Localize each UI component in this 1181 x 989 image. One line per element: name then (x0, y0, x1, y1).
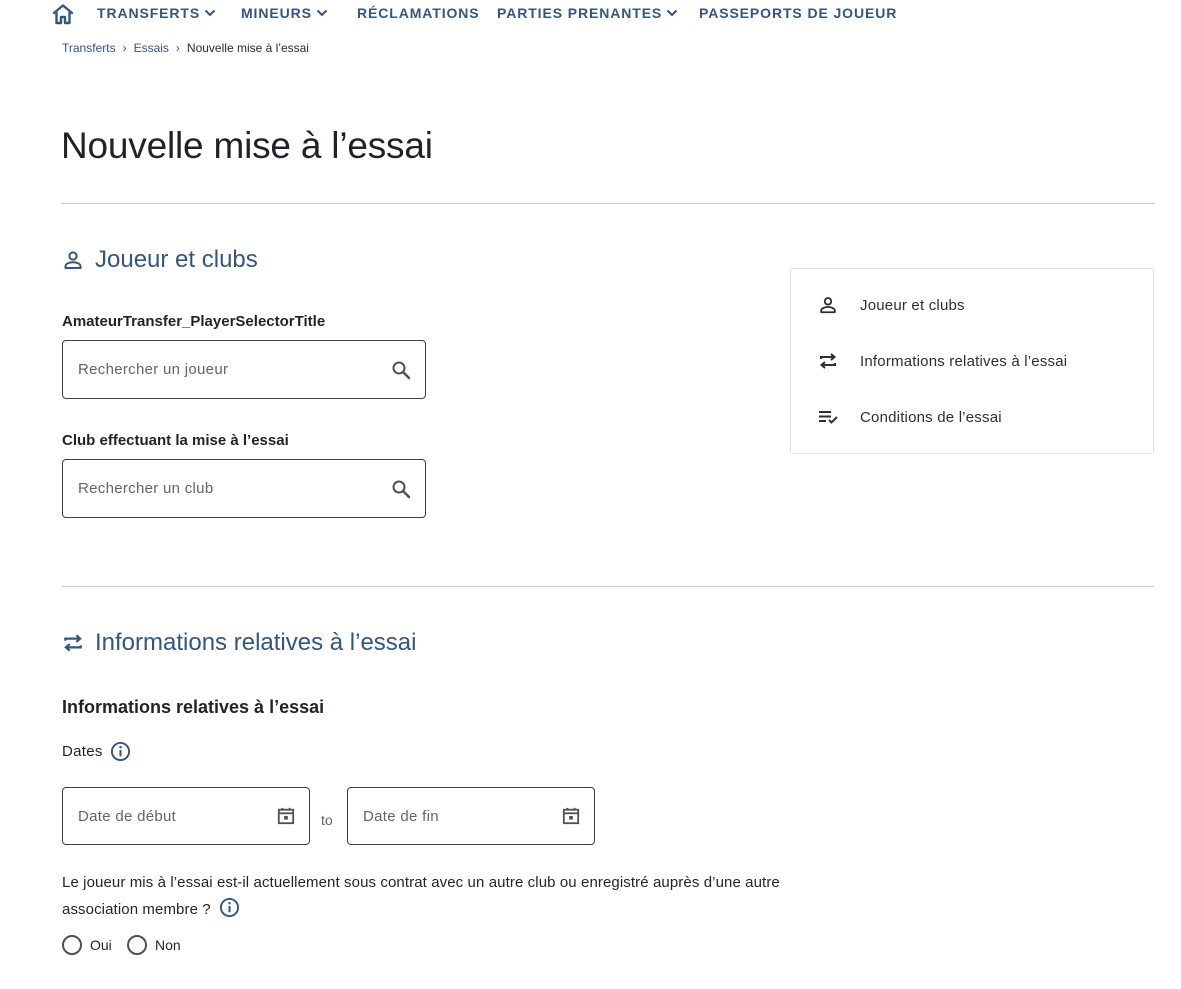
toc-item-label: Conditions de l’essai (860, 408, 1002, 426)
nav-item-parties-prenantes[interactable]: PARTIES PRENANTES (497, 5, 678, 21)
end-date-input[interactable] (363, 807, 562, 825)
search-icon[interactable] (391, 360, 411, 380)
search-icon[interactable] (391, 479, 411, 499)
nav-item-label: TRANSFERTS (97, 5, 201, 21)
dates-label: Dates (62, 741, 131, 762)
radio-circle[interactable] (62, 935, 82, 955)
nav-item-label: MINEURS (241, 5, 312, 21)
nav-item-passeports-de-joueur[interactable]: PASSEPORTS DE JOUEUR (699, 5, 897, 21)
section-heading-player: Joueur et clubs (62, 246, 258, 274)
breadcrumb-link-essais[interactable]: Essais (134, 41, 169, 55)
radio-label: Non (155, 937, 181, 953)
person-icon (817, 295, 839, 315)
contract-question: Le joueur mis à l’essai est-il actuellem… (62, 869, 802, 923)
chevron-right-icon: › (122, 41, 127, 55)
breadcrumb: Transferts › Essais › Nouvelle mise à l’… (62, 41, 309, 55)
breadcrumb-current: Nouvelle mise à l’essai (186, 41, 309, 55)
chevron-down-icon (204, 9, 216, 17)
player-search-field (62, 340, 426, 399)
person-icon (64, 251, 82, 269)
page-title: Nouvelle mise à l’essai (61, 125, 433, 166)
nav-item-transferts[interactable]: TRANSFERTS (97, 5, 216, 21)
calendar-icon[interactable] (562, 806, 580, 826)
chevron-down-icon (316, 9, 328, 17)
toc-item-conditions[interactable]: Conditions de l’essai (817, 407, 1002, 427)
breadcrumb-link-transferts[interactable]: Transferts (62, 41, 116, 55)
club-search-input[interactable] (78, 480, 391, 497)
nav-item-reclamations[interactable]: RÉCLAMATIONS (357, 5, 480, 21)
section-heading-info: Informations relatives à l’essai (62, 629, 416, 657)
calendar-icon[interactable] (277, 806, 295, 826)
club-selector-label: Club effectuant la mise à l’essai (62, 432, 289, 449)
toc-item-label: Joueur et clubs (860, 296, 965, 314)
nav-item-label: PASSEPORTS DE JOUEUR (699, 5, 898, 21)
start-date-field (62, 787, 310, 845)
checklist-icon (817, 407, 839, 427)
player-selector-label: AmateurTransfer_PlayerSelectorTitle (62, 313, 326, 330)
radio-circle[interactable] (127, 935, 147, 955)
dates-label-text: Dates (62, 743, 103, 760)
nav-item-label: PARTIES PRENANTES (497, 5, 663, 21)
home-icon[interactable] (51, 3, 77, 27)
question-text: Le joueur mis à l’essai est-il actuellem… (62, 874, 780, 918)
divider (62, 203, 1154, 204)
nav-item-label: RÉCLAMATIONS (357, 5, 480, 21)
swap-icon (817, 351, 839, 371)
player-search-input[interactable] (78, 361, 391, 378)
info-icon[interactable] (219, 897, 240, 918)
radio-oui[interactable]: Oui (62, 935, 112, 955)
chevron-down-icon (666, 9, 678, 17)
toc-item-joueur-et-clubs[interactable]: Joueur et clubs (817, 295, 965, 315)
date-range-separator: to (321, 812, 333, 828)
swap-icon (64, 634, 82, 652)
start-date-input[interactable] (78, 807, 277, 825)
nav-item-mineurs[interactable]: MINEURS (241, 5, 328, 21)
section-title: Informations relatives à l’essai (95, 629, 417, 656)
section-title: Joueur et clubs (95, 246, 258, 273)
end-date-field (347, 787, 595, 845)
club-search-field (62, 459, 426, 518)
toc-item-label: Informations relatives à l’essai (860, 352, 1068, 370)
divider (62, 586, 1154, 587)
table-of-contents: Joueur et clubs Informations relatives à… (790, 268, 1154, 454)
info-icon[interactable] (110, 741, 131, 762)
radio-non[interactable]: Non (127, 935, 181, 955)
radio-label: Oui (90, 937, 112, 953)
toc-item-informations[interactable]: Informations relatives à l’essai (817, 351, 1067, 371)
top-navigation: TRANSFERTS MINEURS RÉCLAMATIONS PARTIES … (0, 0, 1181, 28)
chevron-right-icon: › (175, 41, 180, 55)
subsection-title: Informations relatives à l’essai (62, 697, 325, 717)
